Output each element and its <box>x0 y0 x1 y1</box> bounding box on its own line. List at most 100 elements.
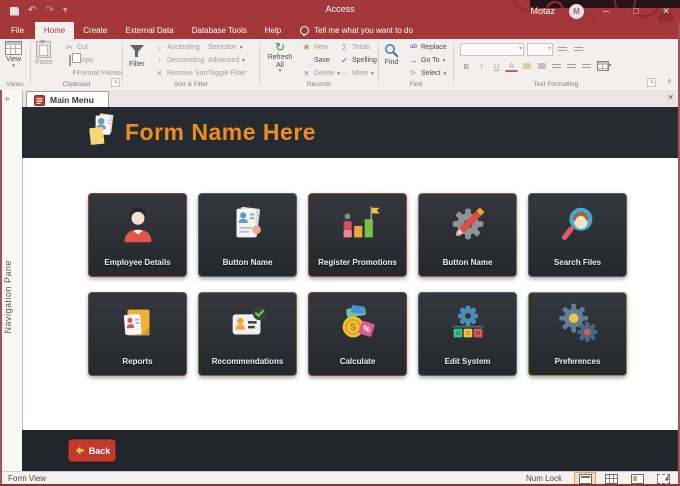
filter-button[interactable]: Filter <box>129 45 145 69</box>
group-label-text-formatting: Text Formatting <box>533 81 579 88</box>
form-view-icon <box>578 473 592 484</box>
find-button[interactable]: Find <box>384 43 399 67</box>
form-title: Form Name Here <box>125 119 317 145</box>
gear-pencil-icon <box>419 201 516 247</box>
ribbon-tab-bar: File Home Create External Data Database … <box>0 22 680 39</box>
minimize-button[interactable]: ─ <box>598 0 614 22</box>
menu-button-search-files[interactable]: Search Files <box>528 193 627 277</box>
resume-document-icon <box>199 201 296 247</box>
collapse-ribbon-icon[interactable]: ∧ <box>667 77 672 85</box>
align-center-icon[interactable] <box>565 60 578 72</box>
navigation-pane-collapsed[interactable]: » Navigation Pane <box>0 90 23 471</box>
tab-home[interactable]: Home <box>34 22 75 39</box>
user-name[interactable]: Motaz <box>530 6 555 16</box>
cut-button[interactable]: ✂ Cut <box>65 42 123 53</box>
paste-button[interactable]: Paste <box>35 40 53 67</box>
tab-help[interactable]: Help <box>256 22 290 39</box>
menu-button-button-name-1[interactable]: Button Name <box>198 193 297 277</box>
tab-file[interactable]: File <box>0 22 35 39</box>
align-right-icon[interactable] <box>580 60 593 72</box>
numbered-list-icon[interactable] <box>572 44 585 56</box>
expand-navigation-pane-icon[interactable]: » <box>5 94 9 103</box>
form-header: Form Name Here <box>22 107 678 158</box>
tab-database-tools[interactable]: Database Tools <box>183 22 256 39</box>
coin-percent-icon: $ % <box>309 300 406 346</box>
text-formatting-dialog-launcher-icon[interactable]: ↘ <box>647 78 656 87</box>
delete-record-button[interactable]: ✕ Delete ▾ <box>302 68 340 79</box>
copy-button[interactable]: Copy <box>65 55 123 66</box>
group-label-views: Views <box>6 81 24 88</box>
menu-button-edit-system[interactable]: Edit System <box>418 292 517 376</box>
save-record-button[interactable]: Save <box>302 55 340 66</box>
ascending-button[interactable]: ↓ Ascending <box>155 42 208 53</box>
dropdown-caret-icon: ▾ <box>370 70 374 77</box>
more-button[interactable]: ⋯ More ▾ <box>340 68 377 79</box>
go-to-button[interactable]: → Go To ▾ <box>409 55 447 66</box>
gridlines-button[interactable]: ▾ <box>595 60 613 72</box>
spelling-check-icon: ✓ <box>341 56 348 65</box>
paste-icon <box>36 40 52 58</box>
avatar[interactable]: M <box>569 3 584 19</box>
maximize-button[interactable]: □ <box>628 0 644 22</box>
status-bar: Form View Num Lock <box>0 471 680 485</box>
clipboard-dialog-launcher-icon[interactable]: ↘ <box>111 78 120 87</box>
underline-button[interactable]: U <box>490 60 503 72</box>
font-color-button[interactable]: A <box>505 61 518 72</box>
descending-button[interactable]: ↑ Descending <box>155 55 208 66</box>
num-lock-indicator: Num Lock <box>525 474 562 483</box>
filter-items: Selection ▾ Advanced ▾ Toggle Filter <box>208 42 246 79</box>
menu-button-preferences[interactable]: Preferences <box>528 292 627 376</box>
italic-button[interactable]: I <box>475 60 488 72</box>
group-sort-filter: Filter ↓ Ascending ↑ Descending ✕ Remove… <box>123 39 259 89</box>
close-document-icon[interactable]: ✕ <box>667 93 674 102</box>
font-family-select[interactable] <box>460 43 524 56</box>
font-size-select[interactable] <box>527 43 553 56</box>
background-color-button[interactable] <box>535 60 548 72</box>
view-button[interactable]: View ▾ <box>5 41 22 68</box>
new-record-icon: ✱ <box>303 43 310 52</box>
group-label-find: Find <box>409 81 423 88</box>
replace-icon: ab <box>410 44 417 50</box>
bullet-list-icon[interactable] <box>556 44 569 56</box>
refresh-all-button[interactable]: ↻ Refresh All ▾ <box>265 40 295 74</box>
selection-button[interactable]: Selection ▾ <box>208 42 246 53</box>
dropdown-caret-icon: ▾ <box>239 44 243 51</box>
svg-text:$: $ <box>350 322 356 334</box>
toggle-filter-button[interactable]: Toggle Filter <box>208 68 246 79</box>
menu-button-register-promotions[interactable]: Register Promotions <box>308 193 407 277</box>
new-record-button[interactable]: ✱ New <box>302 42 340 53</box>
menu-button-button-name-2[interactable]: Button Name <box>418 193 517 277</box>
tab-main-menu[interactable]: Main Menu <box>26 91 109 108</box>
navigation-pane-label: Navigation Pane <box>3 260 13 334</box>
tab-external-data[interactable]: External Data <box>116 22 182 39</box>
lightbulb-icon <box>300 26 310 36</box>
refresh-icon: ↻ <box>274 40 286 54</box>
tell-me-box[interactable]: Tell me what you want to do <box>290 22 413 39</box>
advanced-button[interactable]: Advanced ▾ <box>208 55 246 66</box>
close-button[interactable]: ✕ <box>658 0 674 22</box>
form-icon <box>34 94 45 106</box>
tab-main-menu-label: Main Menu <box>50 95 94 105</box>
highlight-color-button[interactable] <box>520 60 533 72</box>
menu-button-reports[interactable]: Reports <box>88 292 187 376</box>
align-left-icon[interactable] <box>550 60 563 72</box>
remove-sort-icon: ✕ <box>156 69 163 78</box>
remove-sort-button[interactable]: ✕ Remove Sort <box>155 68 208 79</box>
totals-button[interactable]: Σ Totals <box>340 42 377 53</box>
status-view-label: Form View <box>8 474 47 483</box>
back-button[interactable]: Back <box>68 439 116 462</box>
filter-icon <box>129 45 144 57</box>
spelling-button[interactable]: ✓ Spelling <box>340 55 377 66</box>
bold-button[interactable]: B <box>460 60 473 72</box>
tab-create[interactable]: Create <box>74 22 116 39</box>
more-icon: ⋯ <box>340 69 349 78</box>
menu-button-recommendations[interactable]: Recommendations <box>198 292 297 376</box>
dropdown-caret-icon: ▾ <box>242 57 245 64</box>
menu-button-calculate[interactable]: $ % Calculate <box>308 292 407 376</box>
select-button[interactable]: ▷ Select ▾ <box>409 68 447 79</box>
folder-id-card-icon <box>89 300 186 346</box>
group-records: ↻ Refresh All ▾ ✱ New Save ✕ Delete ▾ Σ … <box>260 39 378 89</box>
replace-button[interactable]: ab Replace <box>409 42 447 53</box>
tell-me-label: Tell me what you want to do <box>314 26 413 35</box>
menu-button-employee-details[interactable]: Employee Details <box>88 193 187 277</box>
